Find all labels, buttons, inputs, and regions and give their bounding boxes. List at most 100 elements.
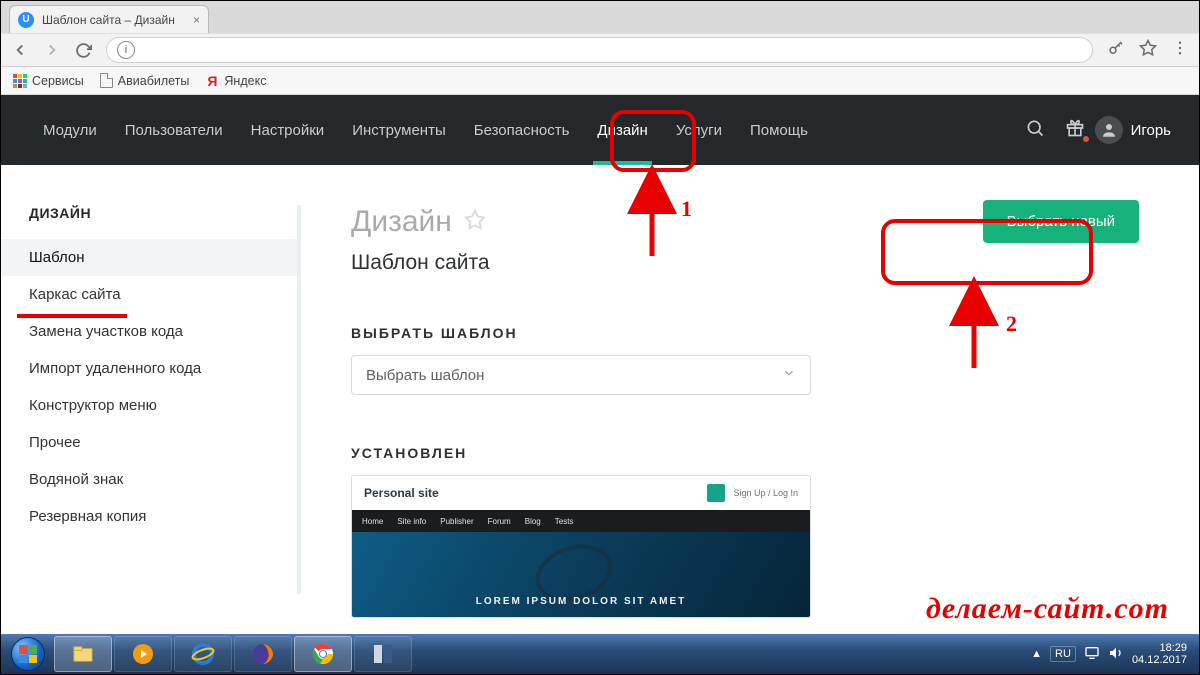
sidebar-item-6[interactable]: Водяной знак	[1, 461, 301, 498]
nav-item-7[interactable]: Помощь	[736, 95, 822, 165]
template-hero: LOREM IPSUM DOLOR SIT AMET	[352, 532, 810, 617]
nav-item-6[interactable]: Услуги	[662, 95, 736, 165]
address-bar-row: i	[1, 33, 1199, 67]
system-tray: ▲ RU 18:29 04.12.2017	[1021, 642, 1197, 666]
template-select[interactable]: Выбрать шаблон	[351, 355, 811, 395]
taskbar-app[interactable]	[354, 636, 412, 672]
sidebar-item-5[interactable]: Прочее	[1, 424, 301, 461]
window-frame: U Шаблон сайта – Дизайн × i Сервисы	[0, 0, 1200, 675]
taskbar-ie[interactable]	[174, 636, 232, 672]
browser-tab[interactable]: U Шаблон сайта – Дизайн ×	[9, 5, 209, 33]
tab-close-icon[interactable]: ×	[193, 13, 200, 27]
template-menu-item: Site info	[397, 517, 426, 526]
template-menu-item: Publisher	[440, 517, 473, 526]
template-search-icon	[707, 484, 725, 502]
taskbar-explorer[interactable]	[54, 636, 112, 672]
sidebar-item-7[interactable]: Резервная копия	[1, 498, 301, 535]
address-bar[interactable]: i	[106, 37, 1093, 63]
select-placeholder: Выбрать шаблон	[366, 367, 484, 384]
sidebar-item-3[interactable]: Импорт удаленного кода	[1, 350, 301, 387]
installed-heading: УСТАНОВЛЕН	[351, 445, 1149, 461]
template-hero-text: LOREM IPSUM DOLOR SIT AMET	[476, 596, 687, 607]
tray-volume-icon[interactable]	[1108, 645, 1124, 664]
address-actions	[1107, 39, 1189, 62]
sidebar-item-1[interactable]: Каркас сайта	[1, 276, 301, 313]
clock[interactable]: 18:29 04.12.2017	[1132, 642, 1187, 666]
nav-item-0[interactable]: Модули	[29, 95, 111, 165]
apps-grid-icon	[13, 74, 27, 88]
chevron-down-icon	[782, 366, 796, 384]
nav-item-2[interactable]: Настройки	[237, 95, 339, 165]
gift-icon[interactable]	[1055, 118, 1095, 142]
date: 04.12.2017	[1132, 654, 1187, 666]
taskbar-chrome[interactable]	[294, 636, 352, 672]
yandex-label: Яндекс	[224, 74, 266, 88]
apps-bookmark[interactable]: Сервисы	[13, 74, 84, 88]
yandex-icon: Я	[205, 74, 219, 88]
template-menu-item: Forum	[488, 517, 511, 526]
favorite-star-icon[interactable]	[464, 205, 486, 239]
yandex-bookmark[interactable]: Я Яндекс	[205, 74, 266, 88]
page-title: Дизайн	[351, 205, 452, 239]
nav-item-1[interactable]: Пользователи	[111, 95, 237, 165]
top-nav: МодулиПользователиНастройкиИнструментыБе…	[1, 95, 1199, 165]
username: Игорь	[1131, 122, 1171, 139]
annotation-arrow-1	[637, 181, 667, 266]
taskbar: ▲ RU 18:29 04.12.2017	[1, 634, 1199, 674]
template-menu-item: Tests	[555, 517, 574, 526]
main-content: Дизайн Шаблон сайта Выбрать новый ВЫБРАТ…	[301, 165, 1199, 634]
browser-chrome: U Шаблон сайта – Дизайн × i Сервисы	[1, 1, 1199, 95]
template-auth: Sign Up / Log In	[733, 488, 798, 498]
annotation-label-1: 1	[681, 196, 692, 222]
annotation-label-2: 2	[1006, 311, 1017, 337]
tray-monitor-icon[interactable]	[1084, 645, 1100, 664]
nav-item-4[interactable]: Безопасность	[460, 95, 584, 165]
start-button[interactable]	[3, 634, 53, 674]
template-menu: Home Site info Publisher Forum Blog Tests	[352, 510, 810, 532]
favicon-icon: U	[18, 12, 34, 28]
sidebar-title: ДИЗАЙН	[1, 205, 301, 239]
template-name: Personal site	[364, 486, 439, 500]
page-body: ДИЗАЙН ШаблонКаркас сайтаЗамена участков…	[1, 165, 1199, 634]
sidebar-item-0[interactable]: Шаблон	[1, 239, 301, 276]
annotation-arrow-2	[959, 293, 989, 378]
forward-icon[interactable]	[43, 41, 61, 59]
sidebar: ДИЗАЙН ШаблонКаркас сайтаЗамена участков…	[1, 165, 301, 634]
page-subtitle: Шаблон сайта	[351, 251, 1149, 275]
nav-item-5[interactable]: Дизайн	[583, 95, 661, 165]
search-icon[interactable]	[1015, 118, 1055, 142]
template-menu-item: Blog	[525, 517, 541, 526]
select-template-section: ВЫБРАТЬ ШАБЛОН Выбрать шаблон	[351, 325, 1149, 395]
bookmark-star-icon[interactable]	[1139, 39, 1157, 62]
taskbar-firefox[interactable]	[234, 636, 292, 672]
sidebar-item-4[interactable]: Конструктор меню	[1, 387, 301, 424]
language-indicator[interactable]: RU	[1050, 646, 1076, 662]
back-icon[interactable]	[11, 41, 29, 59]
avatar-icon	[1095, 116, 1123, 144]
tickets-label: Авиабилеты	[118, 74, 190, 88]
bookmarks-bar: Сервисы Авиабилеты Я Яндекс	[1, 67, 1199, 95]
time: 18:29	[1132, 642, 1187, 654]
template-preview[interactable]: Personal site Sign Up / Log In Home Site …	[351, 475, 811, 618]
select-template-heading: ВЫБРАТЬ ШАБЛОН	[351, 325, 1149, 341]
nav-item-3[interactable]: Инструменты	[338, 95, 460, 165]
taskbar-media-player[interactable]	[114, 636, 172, 672]
template-header: Personal site Sign Up / Log In	[352, 476, 810, 510]
tickets-bookmark[interactable]: Авиабилеты	[100, 73, 190, 88]
tab-title: Шаблон сайта – Дизайн	[42, 13, 175, 27]
choose-new-button[interactable]: Выбрать новый	[983, 200, 1139, 243]
site-info-icon[interactable]: i	[117, 41, 135, 59]
installed-section: УСТАНОВЛЕН Personal site Sign Up / Log I…	[351, 445, 1149, 618]
tray-chevron-icon[interactable]: ▲	[1031, 648, 1042, 660]
menu-dots-icon[interactable]	[1171, 39, 1189, 62]
apps-label: Сервисы	[32, 74, 84, 88]
reload-icon[interactable]	[75, 42, 92, 59]
file-icon	[100, 73, 113, 88]
tabs-row: U Шаблон сайта – Дизайн ×	[1, 1, 1199, 33]
template-menu-item: Home	[362, 517, 383, 526]
sidebar-item-2[interactable]: Замена участков кода	[1, 313, 301, 350]
page: МодулиПользователиНастройкиИнструментыБе…	[1, 95, 1199, 634]
key-icon[interactable]	[1107, 39, 1125, 62]
annotation-underline	[17, 314, 127, 318]
user-menu[interactable]: Игорь	[1095, 116, 1171, 144]
